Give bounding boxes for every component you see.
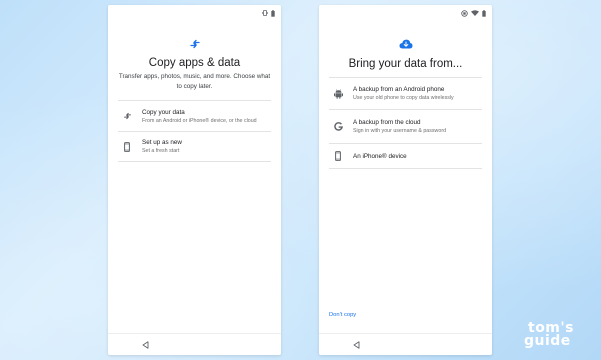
navigation-bar	[108, 333, 281, 355]
option-description: Set a fresh start	[142, 148, 180, 154]
option-title: Set up as new	[142, 139, 182, 146]
back-triangle-icon[interactable]	[353, 341, 360, 349]
option-description: Sign in with your username & password	[353, 128, 447, 134]
dont-copy-link[interactable]: Don't copy	[329, 312, 356, 318]
option-copy-your-data[interactable]: Copy your data From an Android or iPhone…	[118, 100, 271, 131]
battery-icon	[482, 9, 486, 17]
options-list: A backup from an Android phone Use your …	[329, 77, 482, 169]
option-title: A backup from an Android phone	[353, 86, 445, 93]
phone-screen-copy-apps: Copy apps & data Transfer apps, photos, …	[108, 5, 281, 355]
phone-screen-bring-data: Bring your data from... A backup from an…	[319, 5, 492, 355]
data-saver-icon	[461, 9, 468, 17]
watermark-line-2: guide	[524, 333, 571, 349]
option-android-backup[interactable]: A backup from an Android phone Use your …	[329, 77, 482, 109]
option-set-up-as-new[interactable]: Set up as new Set a fresh start	[118, 131, 271, 162]
transfer-arrows-icon	[108, 39, 281, 49]
navigation-bar	[319, 333, 492, 355]
cloud-download-icon	[319, 39, 492, 49]
phone-icon	[118, 141, 136, 152]
option-title: Copy your data	[142, 108, 185, 116]
phone-icon	[329, 151, 347, 161]
page-title: Bring your data from...	[348, 58, 463, 70]
status-bar	[461, 8, 486, 18]
battery-icon	[271, 9, 275, 17]
option-description: Use your old phone to copy data wireless…	[353, 95, 454, 101]
vibrate-icon	[262, 10, 268, 16]
page-title: Copy apps & data	[148, 57, 241, 69]
option-title: An iPhone® device	[353, 152, 407, 160]
background	[0, 0, 601, 360]
option-description: From an Android or iPhone® device, or th…	[142, 117, 257, 124]
android-icon	[329, 88, 347, 99]
status-bar	[262, 8, 275, 18]
toms-guide-watermark: tom's guide	[524, 321, 592, 349]
transfer-arrows-icon	[118, 112, 136, 120]
google-g-icon	[329, 122, 347, 131]
option-title: A backup from the cloud	[353, 119, 421, 126]
wifi-icon	[471, 10, 479, 16]
page-subtitle: Transfer apps, photos, music, and more. …	[118, 73, 271, 90]
option-iphone-device[interactable]: An iPhone® device	[329, 143, 482, 169]
option-cloud-backup[interactable]: A backup from the cloud Sign in with you…	[329, 109, 482, 143]
options-list: Copy your data From an Android or iPhone…	[118, 100, 271, 162]
back-triangle-icon[interactable]	[142, 341, 149, 349]
